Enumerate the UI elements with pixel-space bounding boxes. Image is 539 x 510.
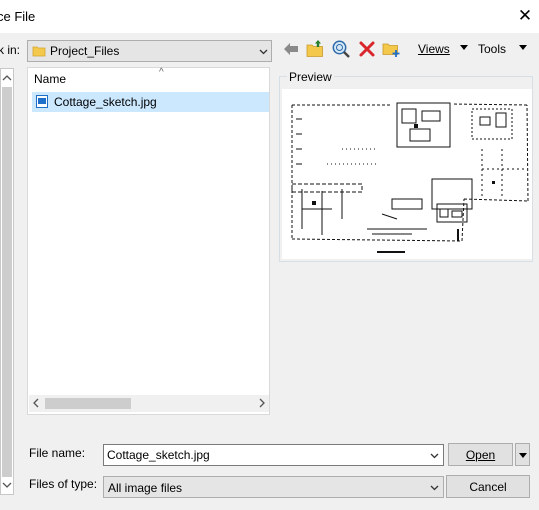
- scrollbar-thumb[interactable]: [2, 87, 12, 477]
- cancel-button[interactable]: Cancel: [446, 475, 530, 498]
- views-menu[interactable]: Views: [418, 42, 450, 56]
- file-list-item[interactable]: Cottage_sketch.jpg: [32, 92, 269, 112]
- chevron-down-icon[interactable]: [430, 451, 439, 460]
- views-caret-icon[interactable]: [460, 45, 468, 50]
- look-in-value: Project_Files: [50, 44, 120, 58]
- cancel-label: Cancel: [469, 480, 507, 494]
- file-name-field[interactable]: Cottage_sketch.jpg: [103, 444, 444, 466]
- file-type-label: Files of type:: [29, 477, 98, 491]
- views-label: Views: [418, 42, 450, 56]
- open-options-button[interactable]: [515, 443, 530, 466]
- look-in-label: k in:: [0, 43, 21, 57]
- open-label: Open: [465, 448, 496, 462]
- folder-icon: [32, 46, 46, 57]
- up-folder-icon[interactable]: [305, 39, 325, 59]
- new-folder-icon[interactable]: [381, 39, 401, 59]
- caret-down-icon: [519, 453, 527, 458]
- look-in-dropdown[interactable]: Project_Files: [27, 40, 272, 62]
- tools-label: Tools: [478, 42, 507, 56]
- close-icon[interactable]: ✕: [516, 6, 534, 26]
- chevron-right-icon[interactable]: [257, 398, 267, 408]
- file-name-value: Cottage_sketch.jpg: [107, 448, 210, 462]
- file-list[interactable]: Name ^ Cottage_sketch.jpg: [27, 67, 270, 415]
- window-title: ce File: [0, 9, 36, 24]
- delete-icon[interactable]: [357, 39, 377, 59]
- chevron-up-icon[interactable]: [2, 73, 12, 83]
- chevron-down-icon[interactable]: [430, 483, 439, 492]
- chevron-down-icon[interactable]: [259, 47, 268, 56]
- tools-menu[interactable]: Tools: [478, 42, 506, 56]
- floor-plan-sketch: [291, 102, 529, 253]
- back-arrow-icon[interactable]: [281, 39, 301, 59]
- preview-image: [282, 89, 532, 259]
- places-scrollbar[interactable]: [0, 68, 14, 495]
- column-header-name[interactable]: Name: [34, 72, 66, 86]
- file-type-dropdown[interactable]: All image files: [103, 476, 444, 498]
- file-name: Cottage_sketch.jpg: [54, 95, 157, 109]
- title-bar: ce File ✕: [0, 0, 539, 33]
- search-web-icon[interactable]: [331, 39, 351, 59]
- file-name-label: File name:: [29, 446, 86, 460]
- horizontal-scrollbar[interactable]: [29, 395, 269, 412]
- preview-label: Preview: [287, 70, 334, 84]
- tools-caret-icon[interactable]: [519, 45, 527, 50]
- image-file-icon: [36, 95, 48, 108]
- file-type-value: All image files: [108, 481, 183, 495]
- chevron-down-icon[interactable]: [2, 480, 12, 490]
- chevron-left-icon[interactable]: [31, 398, 41, 408]
- horizontal-scrollbar-thumb[interactable]: [45, 398, 131, 409]
- sort-ascending-icon: ^: [159, 67, 164, 78]
- open-button[interactable]: Open: [448, 443, 513, 466]
